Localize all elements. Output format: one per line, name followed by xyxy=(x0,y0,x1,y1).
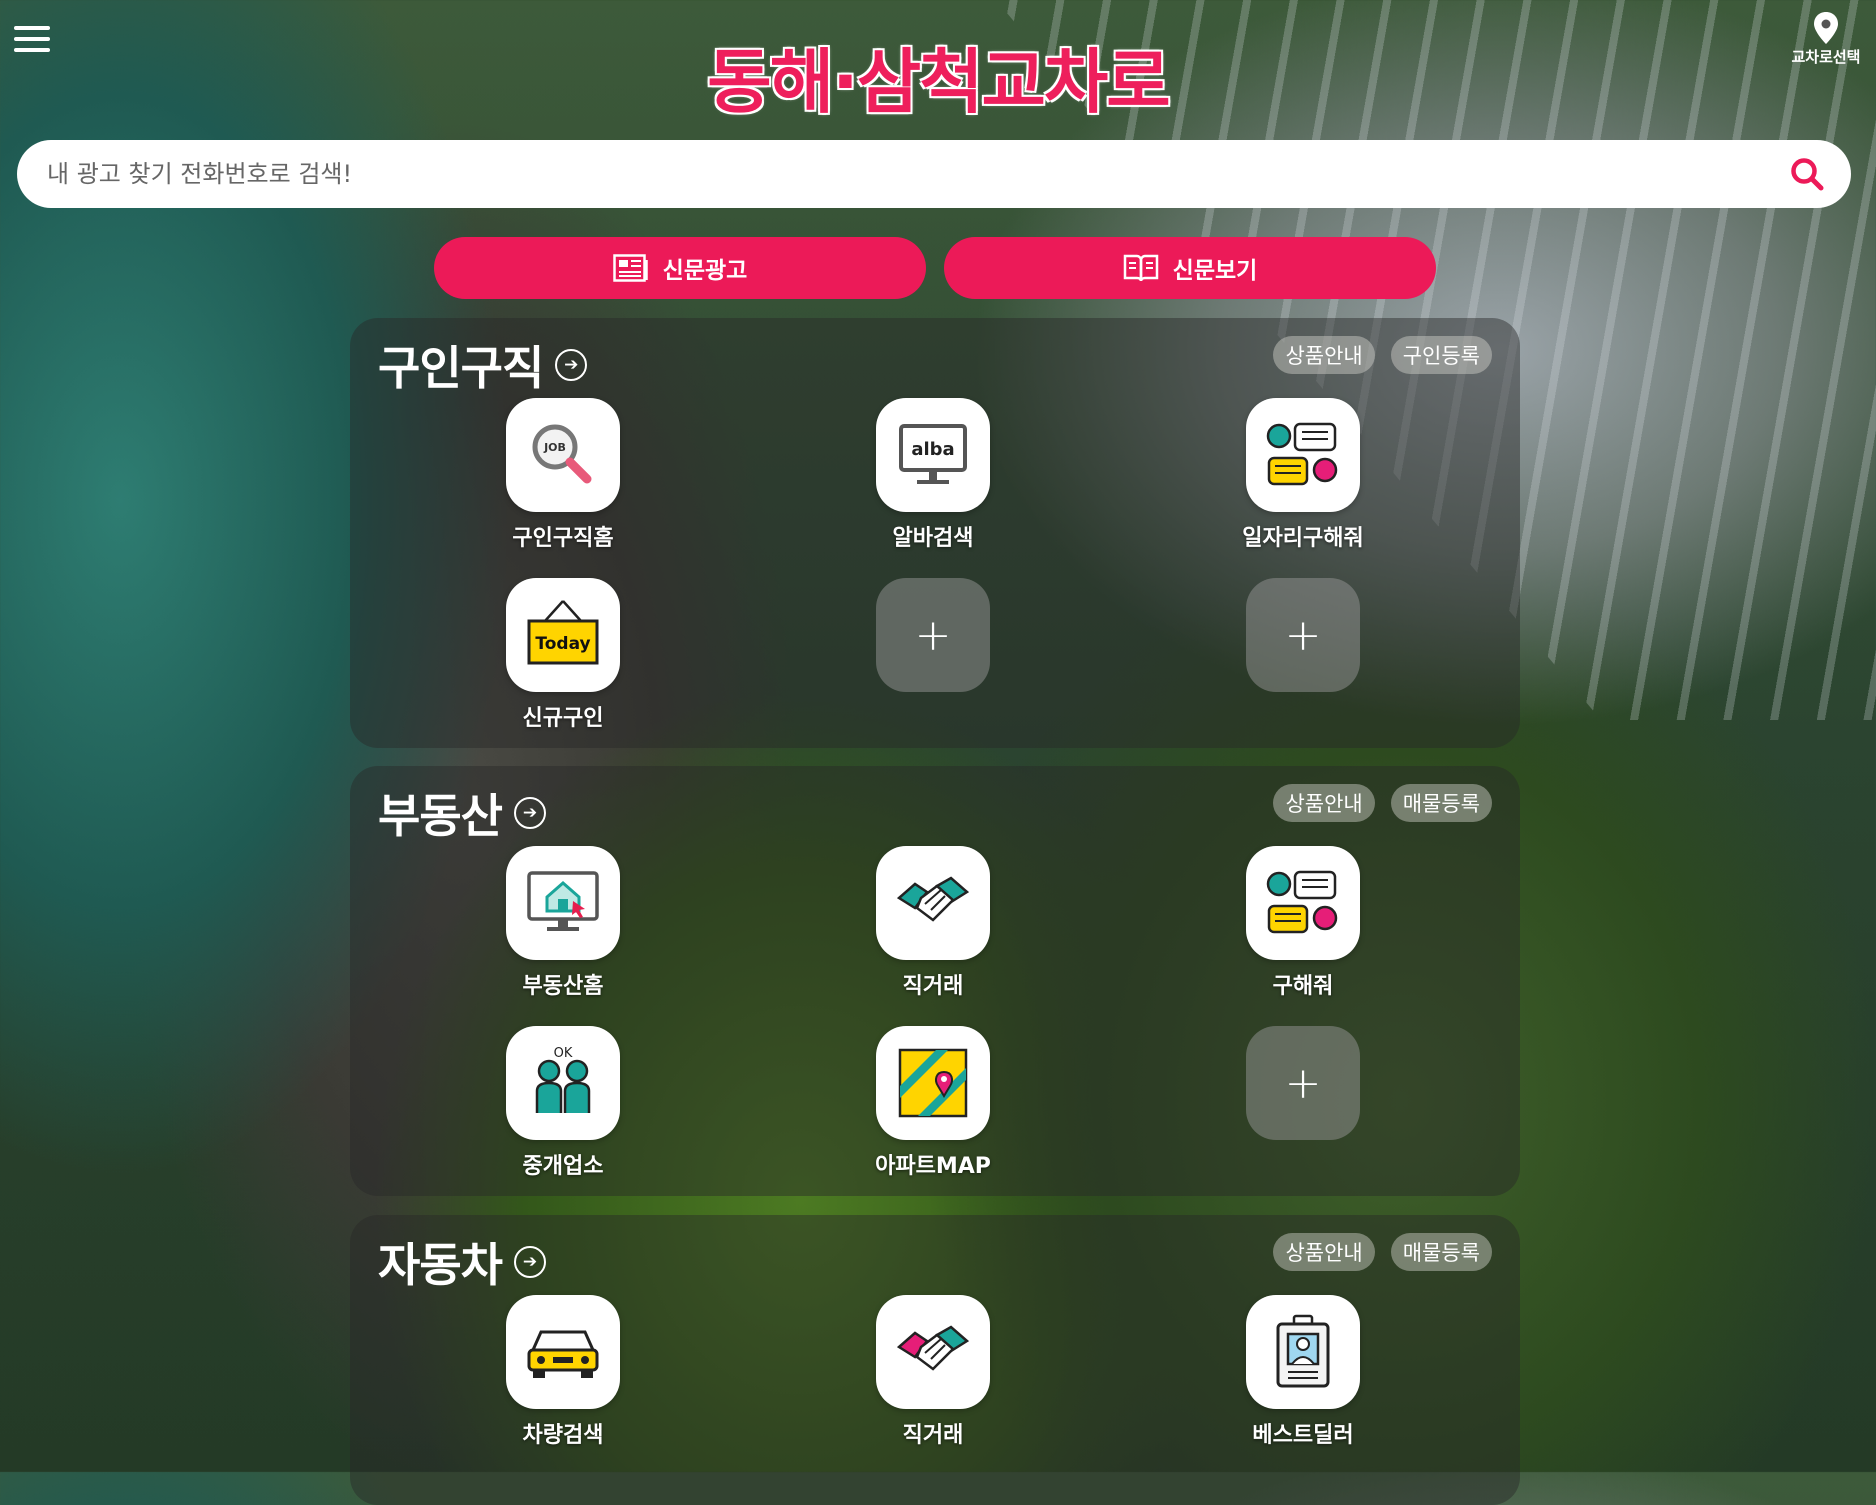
item-label: 직거래 xyxy=(902,974,964,999)
chat-people-icon xyxy=(1246,846,1360,960)
svg-text:JOB: JOB xyxy=(543,441,566,454)
search-input[interactable] xyxy=(45,159,1771,189)
search-bar xyxy=(17,140,1851,208)
section-jobs: 구인구직 ➔ 상품안내 구인등록 JOB 구인구직홈 alba 알바검색 일자리… xyxy=(350,318,1520,748)
product-info-button[interactable]: 상품안내 xyxy=(1273,336,1375,374)
id-badge-icon xyxy=(1246,1295,1360,1409)
plus-icon: + xyxy=(876,578,990,692)
section-header: 자동차 ➔ xyxy=(378,1229,546,1295)
site-logo[interactable]: 동해·삼척교차로 xyxy=(0,26,1876,127)
menu-item-job-home[interactable]: JOB 구인구직홈 xyxy=(473,398,653,552)
location-pin-icon xyxy=(1814,12,1838,44)
add-shortcut-button[interactable]: + xyxy=(843,578,1023,692)
section-header: 부동산 ➔ xyxy=(378,780,546,846)
chat-people-icon xyxy=(1246,398,1360,512)
search-icon[interactable] xyxy=(1789,156,1825,192)
menu-item-new-jobs[interactable]: Today 신규구인 xyxy=(473,578,653,732)
product-info-button[interactable]: 상품안내 xyxy=(1273,784,1375,822)
menu-item-direct-deal[interactable]: 직거래 xyxy=(843,846,1023,1000)
menu-item-find-for-me[interactable]: 구해줘 xyxy=(1213,846,1393,1000)
item-label: 중개업소 xyxy=(522,1154,604,1179)
menu-item-brokers[interactable]: OK 중개업소 xyxy=(473,1026,653,1180)
agents-ok-icon: OK xyxy=(506,1026,620,1140)
newspaper-ad-button[interactable]: 신문광고 xyxy=(434,237,926,299)
today-sign-icon: Today xyxy=(506,578,620,692)
product-info-button[interactable]: 상품안내 xyxy=(1273,1233,1375,1271)
region-select-label: 교차로선택 xyxy=(1791,48,1861,66)
arrow-right-icon[interactable]: ➔ xyxy=(555,349,588,381)
alba-monitor-icon: alba xyxy=(876,398,990,512)
add-shortcut-button[interactable]: + xyxy=(1213,578,1393,692)
section-title: 자동차 xyxy=(378,1238,503,1292)
menu-item-real-estate-home[interactable]: 부동산홈 xyxy=(473,846,653,1000)
section-real-estate: 부동산 ➔ 상품안내 매물등록 부동산홈 직거래 구해줘 OK 중개업소 아파트… xyxy=(350,766,1520,1196)
listing-register-button[interactable]: 매물등록 xyxy=(1390,784,1492,822)
plus-icon: + xyxy=(1246,578,1360,692)
item-label: 구해줘 xyxy=(1272,974,1334,999)
newspaper-view-label: 신문보기 xyxy=(1172,258,1258,284)
newspaper-ad-label: 신문광고 xyxy=(662,258,748,284)
menu-item-direct-deal[interactable]: 직거래 xyxy=(843,1295,1023,1449)
job-register-button[interactable]: 구인등록 xyxy=(1390,336,1492,374)
svg-text:OK: OK xyxy=(554,1046,573,1061)
car-icon xyxy=(506,1295,620,1409)
plus-icon: + xyxy=(1246,1026,1360,1140)
newspaper-icon xyxy=(612,254,648,282)
house-monitor-icon xyxy=(506,846,620,960)
job-search-icon: JOB xyxy=(506,398,620,512)
section-title: 부동산 xyxy=(378,789,503,843)
handshake-icon xyxy=(876,1295,990,1409)
arrow-right-icon[interactable]: ➔ xyxy=(513,1246,546,1278)
item-label: 차량검색 xyxy=(522,1423,604,1448)
item-label: 직거래 xyxy=(902,1423,964,1448)
item-label: 구인구직홈 xyxy=(512,526,614,551)
item-label: 알바검색 xyxy=(892,526,974,551)
menu-item-job-request[interactable]: 일자리구해줘 xyxy=(1213,398,1393,552)
item-label: 신규구인 xyxy=(522,706,604,731)
svg-text:alba: alba xyxy=(911,439,954,460)
menu-item-alba-search[interactable]: alba 알바검색 xyxy=(843,398,1023,552)
region-select-button[interactable]: 교차로선택 xyxy=(1786,12,1866,67)
menu-item-car-search[interactable]: 차량검색 xyxy=(473,1295,653,1449)
handshake-icon xyxy=(876,846,990,960)
item-label: 일자리구해줘 xyxy=(1242,526,1364,551)
svg-text:Today: Today xyxy=(535,634,590,654)
open-book-icon xyxy=(1123,254,1158,282)
newspaper-view-button[interactable]: 신문보기 xyxy=(944,237,1436,299)
section-title: 구인구직 xyxy=(378,341,544,395)
arrow-right-icon[interactable]: ➔ xyxy=(513,797,546,829)
item-label: 아파트MAP xyxy=(875,1154,991,1179)
section-cars: 자동차 ➔ 상품안내 매물등록 차량검색 직거래 베스트딜러 xyxy=(350,1215,1520,1505)
item-label: 부동산홈 xyxy=(522,974,604,999)
menu-item-apartment-map[interactable]: 아파트MAP xyxy=(843,1026,1023,1180)
item-label: 베스트딜러 xyxy=(1252,1423,1354,1448)
map-pin-icon xyxy=(876,1026,990,1140)
add-shortcut-button[interactable]: + xyxy=(1213,1026,1393,1140)
menu-item-best-dealer[interactable]: 베스트딜러 xyxy=(1213,1295,1393,1449)
section-header: 구인구직 ➔ xyxy=(378,332,588,398)
listing-register-button[interactable]: 매물등록 xyxy=(1390,1233,1492,1271)
